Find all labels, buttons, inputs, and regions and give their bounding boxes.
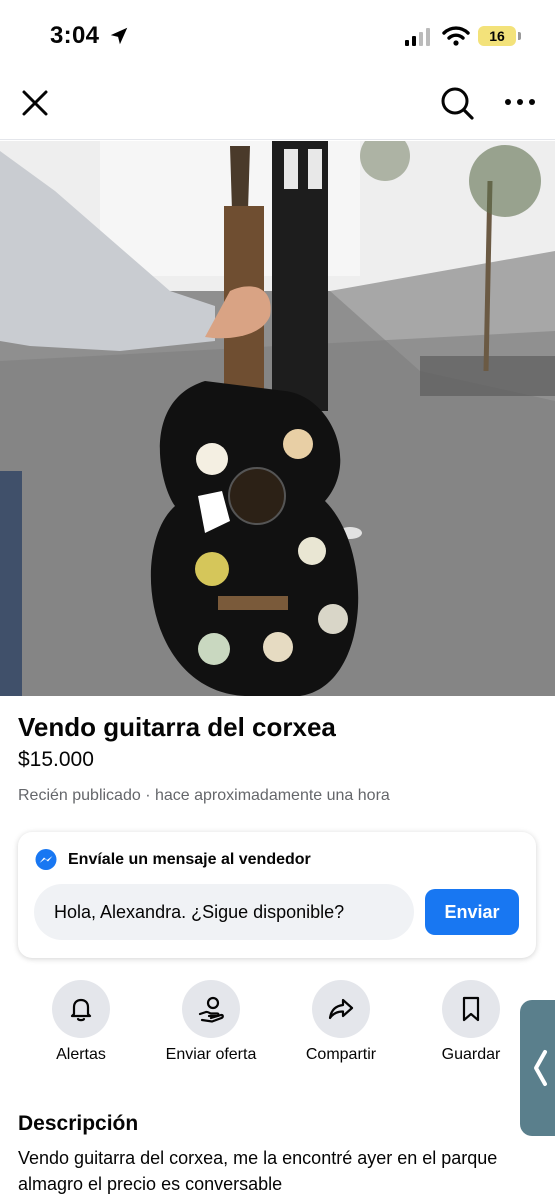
battery-level: 16 <box>478 26 516 46</box>
more-icon[interactable] <box>502 92 538 112</box>
chevron-left-icon <box>534 1050 547 1086</box>
description-text: Vendo guitarra del corxea, me la encontr… <box>18 1148 498 1194</box>
wifi-icon <box>442 26 470 46</box>
alerts-circle[interactable] <box>52 980 110 1038</box>
offer-icon <box>198 996 224 1023</box>
description-heading: Descripción <box>18 1112 139 1135</box>
listing-photo[interactable] <box>0 141 555 696</box>
save-button[interactable]: Guardar <box>406 980 536 1064</box>
share-circle[interactable] <box>312 980 370 1038</box>
top-bar <box>0 70 555 140</box>
alerts-button[interactable]: Alertas <box>16 980 146 1064</box>
alerts-label: Alertas <box>56 1046 106 1063</box>
send-offer-label: Enviar oferta <box>165 1046 257 1063</box>
send-button[interactable]: Enviar <box>425 889 519 935</box>
search-icon[interactable] <box>438 84 476 122</box>
status-bar: 3:04 16 <box>0 0 555 70</box>
save-label: Guardar <box>441 1046 501 1063</box>
message-header: Envíale un mensaje al vendedor <box>34 848 311 872</box>
bookmark-icon <box>462 996 480 1022</box>
message-seller-card: Envíale un mensaje al vendedor Enviar <box>18 832 536 958</box>
send-offer-circle[interactable] <box>182 980 240 1038</box>
share-icon <box>328 998 354 1020</box>
listing-title: Vendo guitarra del corxea <box>18 712 336 742</box>
signal-icon <box>405 28 430 46</box>
location-arrow-icon <box>110 27 128 45</box>
share-label: Compartir <box>305 1046 377 1063</box>
listing-price: $15.000 <box>18 748 94 771</box>
action-row: Alertas Enviar oferta Compartir Guardar <box>16 980 536 1070</box>
messenger-icon <box>35 849 57 870</box>
share-button[interactable]: Compartir <box>276 980 406 1064</box>
status-time: 3:04 <box>50 22 100 49</box>
message-title: Envíale un mensaje al vendedor <box>68 851 311 868</box>
close-icon[interactable] <box>18 86 52 120</box>
bell-icon <box>70 998 92 1022</box>
guitar-image <box>0 141 555 696</box>
message-input[interactable] <box>34 884 414 940</box>
send-offer-button[interactable]: Enviar oferta <box>146 980 276 1064</box>
save-circle[interactable] <box>442 980 500 1038</box>
side-tab[interactable] <box>520 1000 555 1136</box>
battery-tip <box>518 32 521 40</box>
listing-meta: Recién publicado · hace aproximadamente … <box>18 787 390 804</box>
